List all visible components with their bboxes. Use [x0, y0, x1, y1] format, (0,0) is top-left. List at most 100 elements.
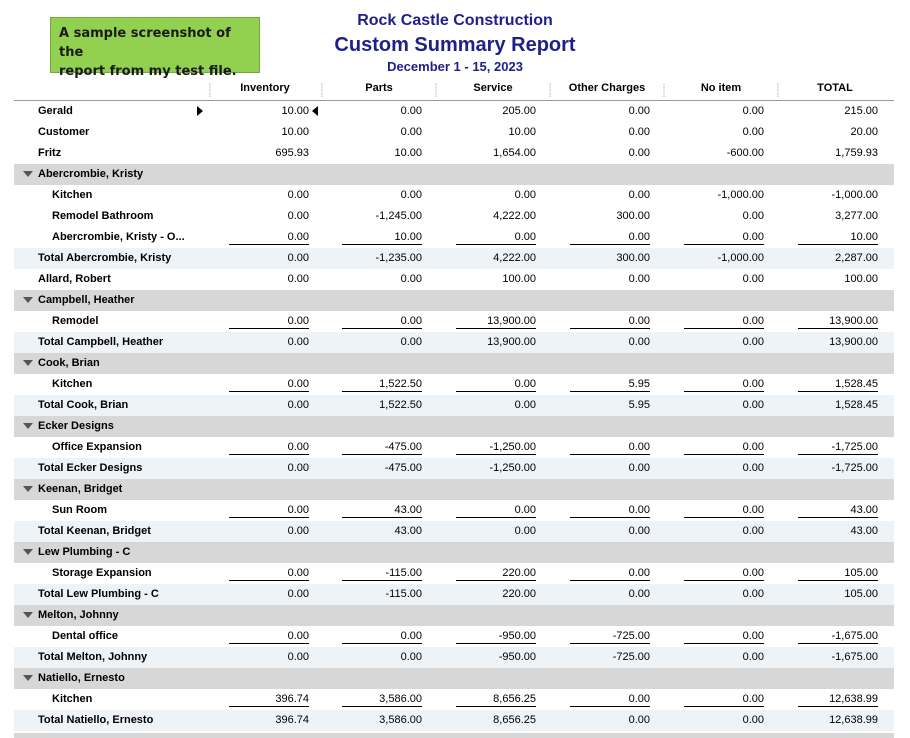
total-row[interactable]: Total Melton, Johnny 0.00 0.00 -950.00 -725.…	[14, 647, 894, 668]
group-header-row[interactable]: Campbell, Heather	[14, 290, 894, 311]
cell-total[interactable]: 12,638.99	[798, 714, 878, 726]
cell-inventory[interactable]: 0.00	[229, 441, 309, 455]
group-header-row[interactable]: Lew Plumbing - C	[14, 542, 894, 563]
cell-no-item[interactable]: 0.00	[684, 336, 764, 348]
cell-other-charges[interactable]: 0.00	[570, 567, 650, 581]
collapse-triangle-icon[interactable]	[23, 486, 33, 492]
total-row[interactable]: Total Lew Plumbing - C 0.00 -115.00 220.00 0…	[14, 584, 894, 605]
table-row[interactable]: Storage Expansion 0.00 -115.00 220.00 0.00 0.…	[14, 563, 894, 584]
cell-inventory[interactable]: 0.00	[229, 504, 309, 518]
cell-inventory[interactable]: 0.00	[229, 210, 309, 222]
total-row[interactable]: Total Keenan, Bridget 0.00 43.00 0.00 0.00 0.…	[14, 521, 894, 542]
group-header-row[interactable]: Melton, Johnny	[14, 605, 894, 626]
cell-service[interactable]: 1,654.00	[456, 147, 536, 159]
total-row[interactable]: Total Campbell, Heather 0.00 0.00 13,900.00…	[14, 332, 894, 353]
cell-parts[interactable]: 43.00	[342, 525, 422, 537]
cell-other-charges[interactable]: 0.00	[570, 336, 650, 348]
cell-other-charges[interactable]: 5.95	[570, 378, 650, 392]
cell-no-item[interactable]: -600.00	[684, 147, 764, 159]
cell-service[interactable]: 8,656.25	[456, 693, 536, 707]
cell-no-item[interactable]: 0.00	[684, 714, 764, 726]
cell-no-item[interactable]: 0.00	[684, 504, 764, 518]
cell-no-item[interactable]: 0.00	[684, 588, 764, 600]
cell-parts[interactable]: 3,586.00	[342, 714, 422, 726]
cell-total[interactable]: 1,528.45	[798, 399, 878, 411]
cell-other-charges[interactable]: 0.00	[570, 441, 650, 455]
cell-service[interactable]: 4,222.00	[456, 210, 536, 222]
cell-other-charges[interactable]: 0.00	[570, 231, 650, 245]
cell-no-item[interactable]: 0.00	[684, 315, 764, 329]
collapse-triangle-icon[interactable]	[23, 549, 33, 555]
cell-parts[interactable]: 43.00	[342, 504, 422, 518]
cell-inventory[interactable]: 396.74	[229, 714, 309, 726]
table-row[interactable]: Customer 10.00 0.00 10.00 0.00 0.00 20.00	[14, 122, 894, 143]
cell-parts[interactable]: 0.00	[342, 336, 422, 348]
cell-service[interactable]: 4,222.00	[456, 252, 536, 264]
column-resize-handle[interactable]	[209, 83, 211, 97]
cell-inventory[interactable]: 0.00	[229, 399, 309, 411]
cell-parts[interactable]: 10.00	[342, 231, 422, 245]
cell-no-item[interactable]: 0.00	[684, 273, 764, 285]
cell-total[interactable]: -1,000.00	[798, 189, 878, 201]
cell-parts[interactable]: -475.00	[342, 441, 422, 455]
cell-total[interactable]: 13,900.00	[798, 315, 878, 329]
group-header-row[interactable]: Natiello, Ernesto	[14, 668, 894, 689]
cell-parts[interactable]: -475.00	[342, 462, 422, 474]
cell-service[interactable]: -1,250.00	[456, 441, 536, 455]
cell-parts[interactable]: 0.00	[342, 273, 422, 285]
cell-parts[interactable]: -115.00	[342, 567, 422, 581]
cell-other-charges[interactable]: 0.00	[570, 693, 650, 707]
total-row[interactable]: Total Natiello, Ernesto 396.74 3,586.00 8,6…	[14, 710, 894, 731]
collapse-triangle-icon[interactable]	[23, 612, 33, 618]
cell-parts[interactable]: 0.00	[342, 126, 422, 138]
total-row[interactable]: Total Abercrombie, Kristy 0.00 -1,235.00 4,…	[14, 248, 894, 269]
cell-other-charges[interactable]: -725.00	[570, 651, 650, 663]
cell-no-item[interactable]: 0.00	[684, 210, 764, 222]
cell-parts[interactable]: 3,586.00	[342, 693, 422, 707]
cell-parts[interactable]: 0.00	[342, 315, 422, 329]
collapse-triangle-icon[interactable]	[23, 675, 33, 681]
cell-service[interactable]: 13,900.00	[456, 336, 536, 348]
cell-total[interactable]: 100.00	[798, 273, 878, 285]
cell-inventory[interactable]: 695.93	[229, 147, 309, 159]
cell-total[interactable]: 105.00	[798, 588, 878, 600]
cell-inventory[interactable]: 10.00	[229, 105, 309, 117]
cell-service[interactable]: 8,656.25	[456, 714, 536, 726]
collapse-triangle-icon[interactable]	[23, 297, 33, 303]
group-header-row[interactable]: Ecker Designs	[14, 416, 894, 437]
cell-service[interactable]: 100.00	[456, 273, 536, 285]
cell-inventory[interactable]: 0.00	[229, 231, 309, 245]
cell-service[interactable]: 0.00	[456, 378, 536, 392]
cell-service[interactable]: -950.00	[456, 630, 536, 644]
cell-inventory[interactable]: 0.00	[229, 378, 309, 392]
table-row[interactable]: Remodel Bathroom 0.00 -1,245.00 4,222.00 300…	[14, 206, 894, 227]
column-header-service[interactable]: Service	[438, 82, 548, 94]
cell-no-item[interactable]: 0.00	[684, 105, 764, 117]
cell-service[interactable]: 220.00	[456, 567, 536, 581]
cell-service[interactable]: 10.00	[456, 126, 536, 138]
cell-total[interactable]: 10.00	[798, 231, 878, 245]
cell-service[interactable]: 0.00	[456, 189, 536, 201]
cell-parts[interactable]: 1,522.50	[342, 399, 422, 411]
cell-inventory[interactable]: 0.00	[229, 273, 309, 285]
cell-inventory[interactable]: 0.00	[229, 630, 309, 644]
column-resize-handle[interactable]	[663, 83, 665, 97]
cell-service[interactable]: -950.00	[456, 651, 536, 663]
column-resize-handle[interactable]	[435, 83, 437, 97]
cell-service[interactable]: 0.00	[456, 504, 536, 518]
group-header-row[interactable]: Keenan, Bridget	[14, 479, 894, 500]
cell-other-charges[interactable]: -725.00	[570, 630, 650, 644]
cell-no-item[interactable]: 0.00	[684, 378, 764, 392]
total-row[interactable]: Total Ecker Designs 0.00 -475.00 -1,250.00 0…	[14, 458, 894, 479]
cell-other-charges[interactable]: 0.00	[570, 462, 650, 474]
cell-other-charges[interactable]: 0.00	[570, 147, 650, 159]
cell-parts[interactable]: 0.00	[342, 651, 422, 663]
table-row[interactable]: Dental office 0.00 0.00 -950.00 -725.00 0.00 -…	[14, 626, 894, 647]
table-row[interactable]: Sun Room 0.00 43.00 0.00 0.00 0.00 43.00	[14, 500, 894, 521]
cell-other-charges[interactable]: 0.00	[570, 714, 650, 726]
cell-other-charges[interactable]: 0.00	[570, 588, 650, 600]
column-header-parts[interactable]: Parts	[324, 82, 434, 94]
table-row[interactable]: Abercrombie, Kristy - O... 0.00 10.00 0.00 0…	[14, 227, 894, 248]
cell-inventory[interactable]: 0.00	[229, 315, 309, 329]
cell-total[interactable]: 3,277.00	[798, 210, 878, 222]
